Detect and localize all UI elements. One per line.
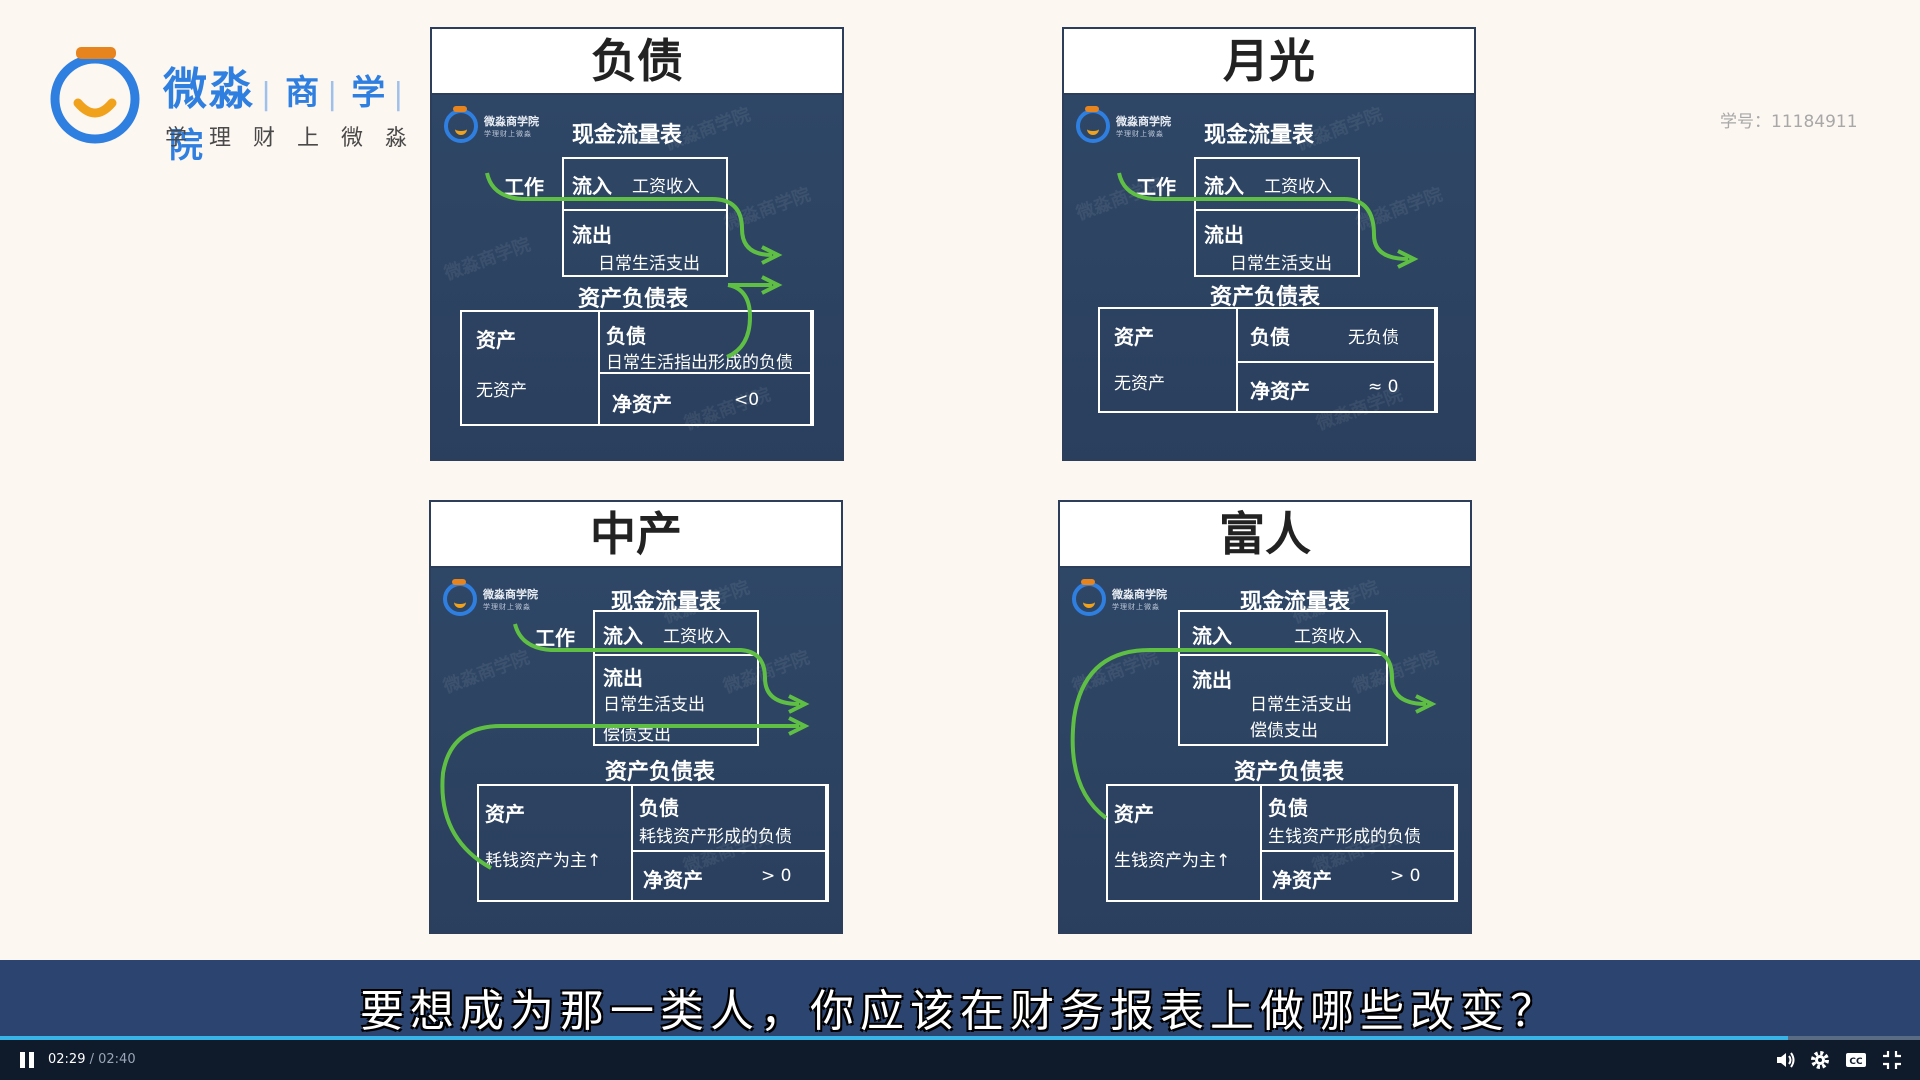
student-id: 学号：11184911 bbox=[1720, 112, 1858, 132]
card-body: 微淼商学院 微淼商学院 微淼商学院 微淼商学院 微淼商学院 学理财上微淼 现金流… bbox=[1064, 95, 1474, 459]
brand-logo-icon bbox=[50, 47, 140, 144]
flow-arrows bbox=[440, 623, 810, 870]
brand-logo: 微淼 | 商 | 学 |院 学理财上微淼 bbox=[48, 45, 438, 166]
card-middle: 中产 微淼商学院 微淼商学院 微淼商学院 微淼商学院 微淼商学院 学理财上微淼 … bbox=[429, 500, 843, 934]
time-display: 02:29 / 02:40 bbox=[48, 1052, 136, 1067]
pause-button[interactable] bbox=[18, 1050, 38, 1070]
player-controls: 02:29 / 02:40 CC bbox=[0, 1040, 1920, 1080]
duration: 02:40 bbox=[98, 1052, 136, 1067]
volume-icon[interactable] bbox=[1774, 1048, 1798, 1072]
card-body: 微淼商学院 微淼商学院 微淼商学院 微淼商学院 微淼商学院 学理财上微淼 现金流… bbox=[1060, 568, 1470, 932]
brand-sub-2: 学 bbox=[351, 73, 388, 113]
card-body: 微淼商学院 微淼商学院 微淼商学院 微淼商学院 微淼商学院 学理财上微淼 现金流… bbox=[431, 568, 841, 932]
subtitle-text: 要想成为那一类人，你应该在财务报表上做哪些改变？ bbox=[360, 986, 1560, 1037]
captions-icon[interactable]: CC bbox=[1844, 1048, 1868, 1072]
card-title: 富人 bbox=[1060, 502, 1470, 568]
card-debt: 负债 微淼商学院 微淼商学院 微淼商学院 微淼商学院 微淼商学院 学理财上微淼 … bbox=[430, 27, 844, 461]
flow-arrows bbox=[1117, 172, 1419, 269]
card-body: 微淼商学院 微淼商学院 微淼商学院 微淼商学院 微淼商学院 学理财上微淼 现金流… bbox=[432, 95, 842, 459]
brand-slogan: 学理财上微淼 bbox=[165, 126, 430, 151]
flow-arrows bbox=[1070, 648, 1437, 820]
brand-name: 微淼 bbox=[163, 64, 255, 115]
svg-text:CC: CC bbox=[1849, 1057, 1863, 1067]
current-time: 02:29 bbox=[48, 1052, 86, 1067]
time-separator: / bbox=[85, 1052, 99, 1067]
card-title: 月光 bbox=[1064, 29, 1474, 95]
brand-sub-1: 商 bbox=[285, 73, 322, 113]
flow-arrows bbox=[485, 172, 783, 359]
card-rich: 富人 微淼商学院 微淼商学院 微淼商学院 微淼商学院 微淼商学院 学理财上微淼 … bbox=[1058, 500, 1472, 934]
video-frame: 微淼 | 商 | 学 |院 学理财上微淼 学号：11184911 负债 微淼商学院 微淼商… bbox=[0, 0, 1920, 960]
settings-gear-icon[interactable] bbox=[1808, 1048, 1832, 1072]
card-title: 负债 bbox=[432, 29, 842, 95]
card-title: 中产 bbox=[431, 502, 841, 568]
exit-fullscreen-icon[interactable] bbox=[1880, 1048, 1904, 1072]
pause-icon bbox=[20, 1052, 25, 1068]
card-paycheck: 月光 微淼商学院 微淼商学院 微淼商学院 微淼商学院 微淼商学院 学理财上微淼 … bbox=[1062, 27, 1476, 461]
